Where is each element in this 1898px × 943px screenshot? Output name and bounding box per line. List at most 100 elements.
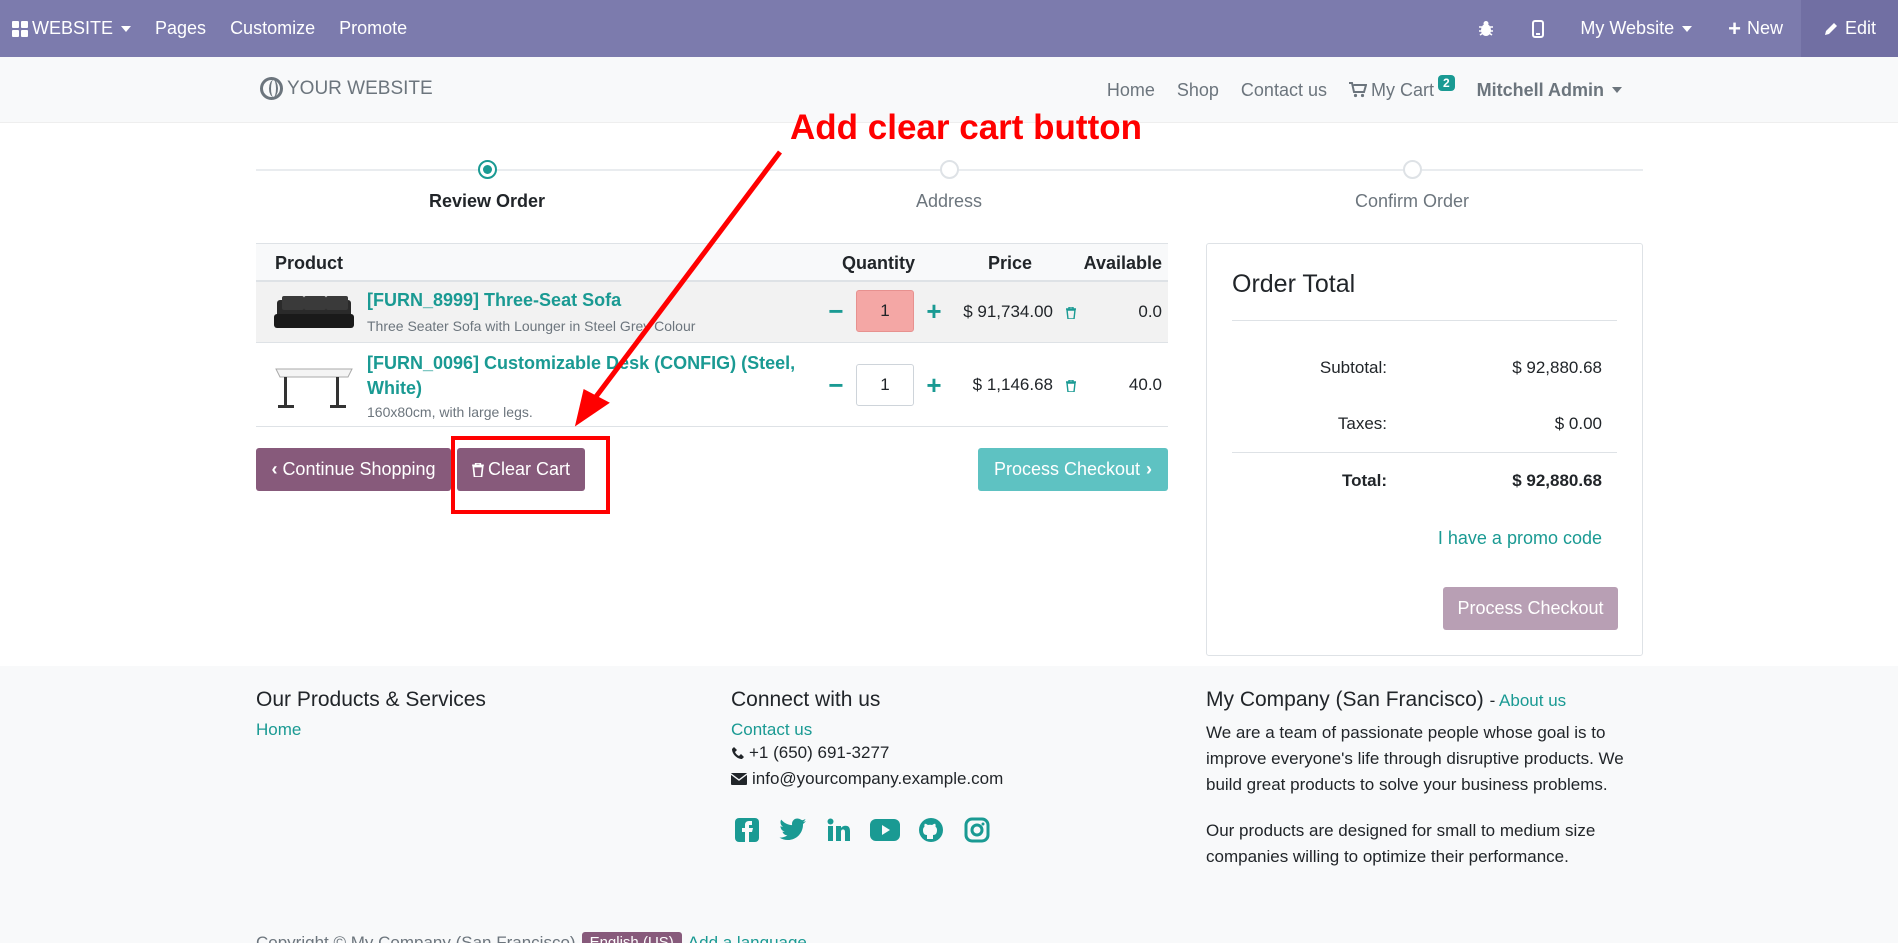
chevron-down-icon bbox=[121, 25, 132, 32]
order-total-card: Order Total Subtotal: $ 92,880.68 Taxes:… bbox=[1206, 243, 1643, 656]
product-available: 40.0 bbox=[1128, 375, 1162, 394]
about-paragraph-2: Our products are designed for small to m… bbox=[1206, 821, 1596, 866]
divider bbox=[1232, 320, 1617, 321]
my-website-label: My Website bbox=[1580, 18, 1675, 38]
trash-icon[interactable] bbox=[1066, 380, 1076, 392]
instagram-icon[interactable] bbox=[961, 814, 993, 846]
quantity-input[interactable]: 1 bbox=[856, 290, 914, 332]
footer-phone: +1 (650) 691-3277 bbox=[731, 740, 1003, 766]
logo-text: YOUR WEBSITE bbox=[287, 77, 433, 99]
quantity-input[interactable]: 1 bbox=[856, 364, 914, 406]
user-menu[interactable]: Mitchell Admin bbox=[1466, 80, 1633, 101]
youtube-icon[interactable] bbox=[869, 814, 901, 846]
continue-shopping-label: Continue Shopping bbox=[282, 459, 436, 479]
minus-icon[interactable]: − bbox=[816, 296, 856, 327]
subtotal-value: $ 92,880.68 bbox=[1512, 358, 1602, 377]
plus-icon[interactable]: + bbox=[914, 370, 954, 401]
copyright-bar: Copyright © My Company (San Francisco) E… bbox=[256, 932, 821, 943]
nav-shop[interactable]: Shop bbox=[1166, 80, 1230, 101]
divider bbox=[1232, 452, 1617, 453]
email-address: info@yourcompany.example.com bbox=[752, 769, 1004, 788]
promote-menu[interactable]: Promote bbox=[327, 0, 419, 57]
user-name: Mitchell Admin bbox=[1476, 79, 1604, 100]
product-name-link[interactable]: [FURN_0096] Customizable Desk (CONFIG) (… bbox=[367, 351, 797, 401]
product-price: $ 91,734.00 bbox=[963, 302, 1053, 321]
about-paragraph-1: We are a team of passionate people whose… bbox=[1206, 723, 1624, 794]
chevron-down-icon bbox=[1682, 25, 1693, 32]
product-description: Three Seater Sofa with Lounger in Steel … bbox=[367, 318, 696, 334]
checkout-progress: Review Order Address Confirm Order bbox=[256, 150, 1643, 220]
table-header: Product Quantity Price Available bbox=[256, 243, 1168, 282]
footer-contact-link[interactable]: Contact us bbox=[731, 720, 1003, 740]
minus-icon[interactable]: − bbox=[816, 370, 856, 401]
process-checkout-label: Process Checkout bbox=[993, 459, 1141, 479]
footer-company: My Company (San Francisco) - About us We… bbox=[1206, 688, 1646, 870]
chevron-right-icon: › bbox=[1146, 459, 1153, 479]
step-label: Confirm Order bbox=[1354, 191, 1470, 211]
customize-menu[interactable]: Customize bbox=[218, 0, 327, 57]
plus-icon[interactable]: + bbox=[914, 296, 954, 327]
company-name: My Company (San Francisco) bbox=[1206, 688, 1484, 711]
footer-products-title: Our Products & Services bbox=[256, 688, 486, 711]
footer-company-title: My Company (San Francisco) - About us bbox=[1206, 688, 1567, 711]
debug-bug-icon[interactable] bbox=[1458, 0, 1514, 57]
about-us-link[interactable]: About us bbox=[1499, 691, 1566, 710]
linkedin-icon[interactable] bbox=[823, 814, 855, 846]
plus-icon: + bbox=[1728, 15, 1741, 41]
footer-products: Our Products & Services Home bbox=[256, 688, 486, 740]
footer-connect: Connect with us Contact us +1 (650) 691-… bbox=[731, 688, 1003, 846]
website-menu[interactable]: WEBSITE bbox=[0, 0, 143, 57]
step-dot bbox=[477, 160, 497, 179]
product-available: 0.0 bbox=[1138, 302, 1162, 321]
site-logo[interactable]: YOUR WEBSITE bbox=[260, 77, 433, 100]
col-available: Available bbox=[1083, 253, 1162, 273]
step-dot bbox=[1402, 160, 1422, 179]
step-confirm-order: Confirm Order bbox=[1262, 160, 1562, 212]
col-product: Product bbox=[275, 253, 344, 273]
footer-email: info@yourcompany.example.com bbox=[731, 766, 1003, 792]
taxes-value: $ 0.00 bbox=[1554, 414, 1602, 433]
copyright-text: Copyright © My Company (San Francisco) bbox=[256, 932, 576, 943]
col-quantity: Quantity bbox=[842, 253, 916, 273]
nav-my-cart[interactable]: My Cart 2 bbox=[1338, 75, 1466, 101]
apps-grid-icon bbox=[12, 20, 28, 37]
product-price: $ 1,146.68 bbox=[972, 375, 1053, 394]
nav-home[interactable]: Home bbox=[1096, 80, 1166, 101]
facebook-icon[interactable] bbox=[731, 814, 763, 846]
my-website-menu[interactable]: My Website bbox=[1562, 0, 1710, 57]
phone-number: +1 (650) 691-3277 bbox=[749, 743, 890, 762]
edit-button[interactable]: Edit bbox=[1800, 0, 1898, 57]
desk-product-image bbox=[275, 368, 353, 408]
product-description: 160x80cm, with large legs. bbox=[367, 404, 533, 420]
new-label: New bbox=[1746, 18, 1783, 38]
edit-label: Edit bbox=[1844, 18, 1876, 38]
language-selector[interactable]: English (US) bbox=[581, 932, 682, 943]
order-total-title: Order Total bbox=[1232, 270, 1356, 298]
step-address: Address bbox=[799, 160, 1099, 212]
nav-contact[interactable]: Contact us bbox=[1230, 80, 1338, 101]
product-name-link[interactable]: [FURN_8999] Three-Seat Sofa bbox=[367, 288, 797, 313]
footer: Our Products & Services Home Connect wit… bbox=[0, 666, 1898, 943]
pages-menu[interactable]: Pages bbox=[143, 0, 218, 57]
continue-shopping-button[interactable]: ‹ Continue Shopping bbox=[256, 448, 451, 491]
cart-count-badge: 2 bbox=[1437, 75, 1455, 91]
subtotal-label: Subtotal: bbox=[1319, 358, 1387, 377]
process-checkout-button-secondary[interactable]: Process Checkout bbox=[1443, 587, 1618, 630]
mobile-preview-icon[interactable] bbox=[1514, 0, 1562, 57]
step-label: Review Order bbox=[428, 191, 546, 211]
footer-home-link[interactable]: Home bbox=[256, 720, 486, 740]
total-value: $ 92,880.68 bbox=[1512, 471, 1602, 490]
promo-code-link[interactable]: I have a promo code bbox=[1438, 528, 1602, 549]
step-review-order: Review Order bbox=[337, 160, 637, 212]
pencil-icon bbox=[1824, 22, 1837, 35]
website-menu-label: WEBSITE bbox=[32, 18, 114, 38]
total-label: Total: bbox=[1341, 471, 1387, 490]
process-checkout-button[interactable]: Process Checkout › bbox=[978, 448, 1168, 491]
trash-icon[interactable] bbox=[1066, 307, 1076, 319]
github-icon[interactable] bbox=[915, 814, 947, 846]
cart-row: [FURN_8999] Three-Seat Sofa Three Seater… bbox=[256, 282, 1168, 343]
new-button[interactable]: + New bbox=[1710, 0, 1801, 57]
add-language-link[interactable]: Add a language... bbox=[688, 933, 821, 943]
quantity-stepper: − 1 + bbox=[816, 290, 954, 332]
twitter-icon[interactable] bbox=[777, 814, 809, 846]
